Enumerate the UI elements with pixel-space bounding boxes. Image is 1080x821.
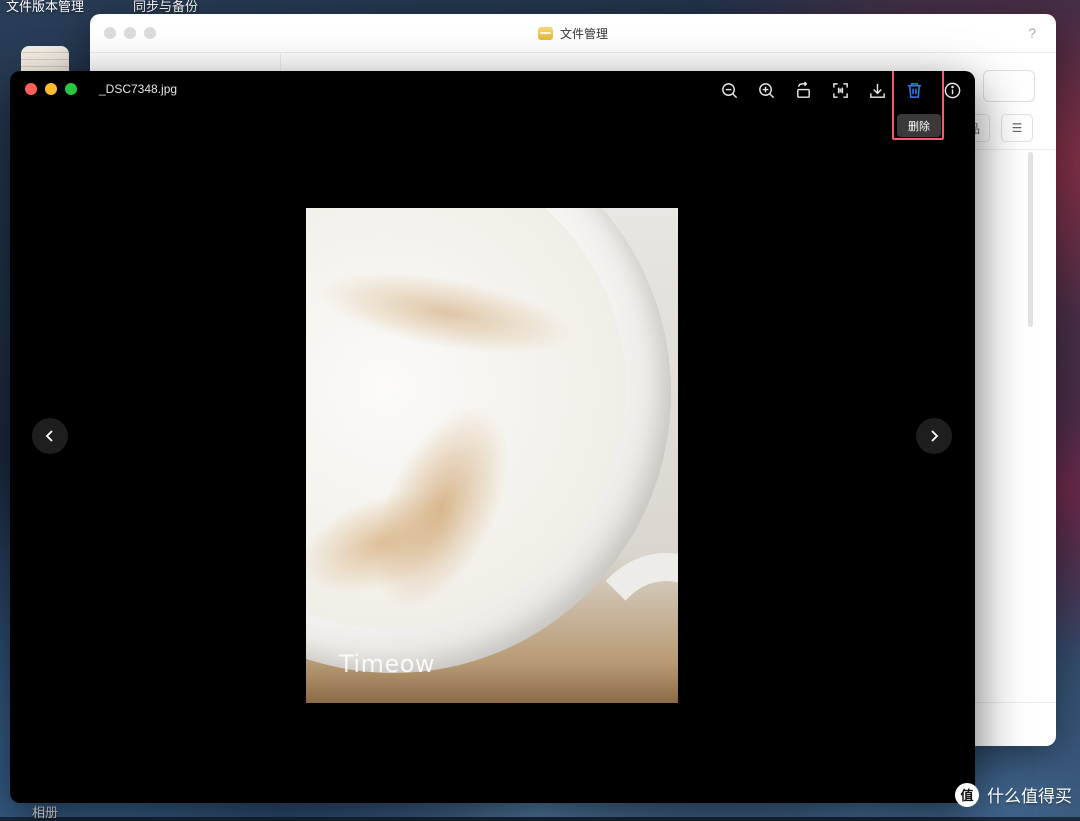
close-button[interactable] [104, 27, 116, 39]
file-manager-titlebar: 文件管理 ? [90, 14, 1056, 53]
file-manager-title: 文件管理 [537, 25, 608, 42]
download-icon [869, 83, 885, 98]
viewer-minimize-button[interactable] [45, 83, 57, 95]
download-button[interactable] [866, 79, 888, 101]
photo-latte-cup: Timeow [306, 208, 678, 703]
zoom-out-button[interactable] [718, 79, 740, 101]
fit-icon [832, 82, 848, 98]
brand-name: 什么值得买 [987, 787, 1072, 806]
rotate-button[interactable] [792, 79, 814, 101]
minimize-button[interactable] [124, 27, 136, 39]
zoom-in-button[interactable] [755, 79, 777, 101]
sort-icon: ☰ [1011, 121, 1023, 135]
info-icon [944, 82, 960, 98]
chevron-left-icon [45, 430, 53, 442]
next-image-button[interactable] [916, 418, 952, 454]
zoom-out-icon [721, 82, 737, 98]
sort-button[interactable]: ☰ [1001, 114, 1033, 142]
info-button[interactable] [941, 79, 963, 101]
image-viewer-window: _DSC7348.jpg 删除 Timeow [10, 71, 975, 803]
file-manager-window-controls [104, 27, 156, 39]
desktop-label-photos[interactable]: 相册 [32, 802, 58, 821]
image-filename: _DSC7348.jpg [99, 82, 178, 96]
viewer-maximize-button[interactable] [65, 83, 77, 95]
previous-image-button[interactable] [32, 418, 68, 454]
folder-icon [537, 26, 553, 40]
brand-logo-icon: 值 [955, 782, 979, 807]
fit-original-size-button[interactable] [829, 79, 851, 101]
photo-watermark: Timeow [339, 650, 436, 678]
help-button[interactable]: ? [1028, 25, 1036, 41]
viewer-close-button[interactable] [25, 83, 37, 95]
maximize-button[interactable] [144, 27, 156, 39]
delete-tooltip: 删除 [897, 114, 941, 137]
brand-watermark: 值 什么值得买 [955, 782, 1072, 807]
rotate-icon [796, 80, 810, 98]
zoom-in-icon [758, 82, 774, 98]
file-list-scrollbar[interactable] [1028, 152, 1033, 327]
file-manager-title-text: 文件管理 [559, 26, 608, 41]
viewer-window-controls [25, 83, 77, 95]
chevron-right-icon [931, 430, 939, 442]
notes-app-icon[interactable] [21, 46, 69, 74]
desktop-label-sync-backup[interactable]: 同步与备份 [133, 0, 198, 15]
desktop-label-file-version[interactable]: 文件版本管理 [6, 0, 84, 15]
search-input[interactable] [983, 70, 1035, 102]
sidebar-divider [280, 52, 281, 72]
